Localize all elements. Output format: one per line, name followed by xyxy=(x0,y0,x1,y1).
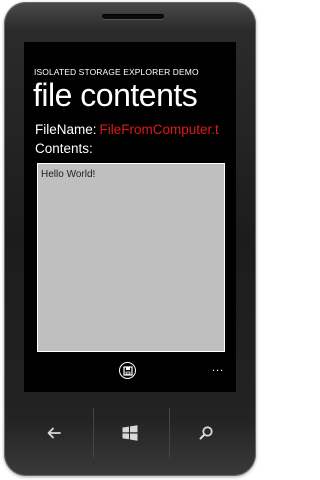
phone-screen: ISOLATED STORAGE EXPLORER DEMO file cont… xyxy=(24,42,236,392)
contents-label: Contents: xyxy=(35,141,93,156)
filename-label: FileName: xyxy=(35,122,97,137)
app-bar-more-button[interactable]: ... xyxy=(212,363,224,374)
start-button[interactable] xyxy=(100,402,160,464)
back-button[interactable] xyxy=(24,402,84,464)
filename-value: FileFromComputer.t xyxy=(99,122,219,137)
windows-logo-icon xyxy=(122,425,138,441)
search-button[interactable] xyxy=(176,402,236,464)
hw-divider-left xyxy=(93,408,94,458)
save-icon xyxy=(122,365,133,376)
earpiece-speaker xyxy=(102,14,164,19)
save-button[interactable] xyxy=(119,362,136,379)
page-title: file contents xyxy=(33,77,198,113)
filename-row: FileName: FileFromComputer.t xyxy=(35,122,236,137)
app-title: ISOLATED STORAGE EXPLORER DEMO xyxy=(34,67,199,77)
back-arrow-icon xyxy=(47,427,61,439)
search-icon xyxy=(199,426,213,440)
hw-divider-right xyxy=(169,408,170,458)
contents-textbox[interactable]: Hello World! xyxy=(37,163,225,352)
contents-text: Hello World! xyxy=(41,169,96,180)
